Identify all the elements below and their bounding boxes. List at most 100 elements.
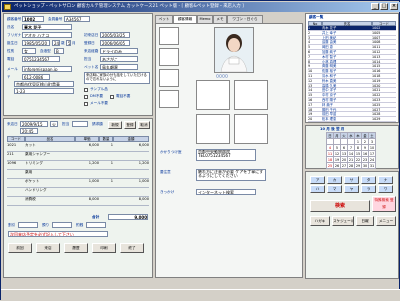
sample-checkbox[interactable] xyxy=(84,88,88,92)
calendar-day[interactable]: 28 xyxy=(347,162,355,169)
tab-customer-info[interactable]: 顧客情報 xyxy=(173,15,197,23)
month-unit: 月 xyxy=(72,41,76,45)
furigana-field[interactable]: アオキ ハナコ xyxy=(22,32,72,38)
item-amount: 1,000 xyxy=(138,179,149,183)
kana-button[interactable]: カ xyxy=(327,176,342,184)
kana-button[interactable]: マ xyxy=(327,185,342,193)
schedule-button[interactable]: スケジュール xyxy=(332,216,354,226)
visit-button[interactable]: 来店 xyxy=(36,243,60,253)
pet-photo[interactable] xyxy=(214,27,254,73)
furigana-label: フリガナ xyxy=(7,33,22,37)
kana-button[interactable]: サ xyxy=(344,176,359,184)
card-no-field[interactable]: A34567 xyxy=(64,16,90,22)
small-photo-1[interactable] xyxy=(159,27,179,45)
sex-select[interactable]: 女 xyxy=(22,48,36,54)
visit-staff-label: 担当 xyxy=(62,122,70,126)
history-button[interactable]: 履歴 xyxy=(64,243,88,253)
mail-field[interactable]: info@mispaan.jp xyxy=(22,66,72,72)
kana-button[interactable]: タ xyxy=(361,176,376,184)
kana-button[interactable]: ラ xyxy=(361,185,376,193)
caution-field[interactable]: 触れ方に注意が必要 ケアを丁寧にするようにしてください xyxy=(196,169,266,181)
discount-field[interactable] xyxy=(18,222,38,228)
prev-button[interactable]: 前回 xyxy=(8,243,32,253)
maximize-button[interactable]: □ xyxy=(380,3,388,10)
list-code: 1029 xyxy=(372,117,381,122)
tab-wagon[interactable]: ワゴン・日ぐら xyxy=(227,15,263,23)
kana-button[interactable]: ナ xyxy=(378,176,393,184)
trigger-label: きっかけ xyxy=(160,190,175,194)
small-photo-2[interactable] xyxy=(159,48,179,66)
vet-field[interactable]: 京都中央動物病院 TEL0751234567 xyxy=(196,149,256,161)
close-button[interactable]: × xyxy=(390,3,398,10)
calendar-panel: 10 月 後 翌 月 日月火水木金土 1 2 3 4 5 6 7 8 9 10 11 12 13 14 15… xyxy=(305,125,399,169)
small-photo-4[interactable] xyxy=(159,90,179,108)
customer-code-field[interactable]: 1002 xyxy=(22,16,44,22)
new-visit-button[interactable]: 新規 xyxy=(108,121,122,129)
trigger-field[interactable]: インターネット検索 xyxy=(196,189,256,195)
blood-select[interactable]: B xyxy=(54,48,64,54)
item-row[interactable]: ハンドリング xyxy=(7,188,149,197)
calendar-day[interactable]: 29 xyxy=(354,162,362,169)
calendar-day[interactable]: 26 xyxy=(333,162,341,169)
name-field[interactable]: 青木 花子 xyxy=(22,24,72,30)
minimize-button[interactable]: _ xyxy=(371,3,379,10)
cancel-button[interactable]: 取消 xyxy=(138,121,150,129)
paid-field[interactable] xyxy=(52,222,72,228)
change-label: 釣銭 xyxy=(76,223,84,227)
search-button[interactable]: 検索 xyxy=(310,200,370,212)
calendar-day[interactable]: 27 xyxy=(340,162,348,169)
staff-field[interactable]: あさがこ xyxy=(100,56,138,62)
exit-button[interactable]: 終了 xyxy=(120,243,144,253)
reg-date-field[interactable]: 2006/06/05 xyxy=(100,40,130,46)
photo-slot-c[interactable] xyxy=(196,114,230,144)
item-row[interactable]: 1021 カット 6,000 1 6,000 xyxy=(7,143,149,152)
kana-button[interactable]: ハ xyxy=(310,185,325,193)
kana-button[interactable]: ヤ xyxy=(344,185,359,193)
tel-ng-checkbox[interactable] xyxy=(110,95,114,99)
item-name: カット xyxy=(25,143,36,147)
pet-name-field[interactable]: 鳥丸顧客 xyxy=(100,64,138,70)
item-row[interactable]: 211 薬用シャンプー xyxy=(7,152,149,161)
tel-field[interactable]: 0751234567 xyxy=(22,56,60,62)
address-field[interactable]: 京都市伏見区桃山町貴青 xyxy=(14,81,74,87)
visit-time[interactable]: 20:45 xyxy=(20,128,38,134)
visit-date-field[interactable]: 2005/03/25 xyxy=(100,32,130,38)
photo-slot-b[interactable] xyxy=(234,80,268,110)
list-no: 20 xyxy=(308,117,313,122)
tab-pet[interactable]: ペット xyxy=(155,15,173,23)
register-button[interactable]: 登録 xyxy=(124,121,136,129)
item-row[interactable]: 消費税 8,000 8,000 xyxy=(7,197,149,206)
visit-date-input[interactable]: 2009/9/15 xyxy=(20,121,48,127)
calendar-day[interactable]: 25 xyxy=(326,162,334,169)
dm-checkbox[interactable] xyxy=(84,95,88,99)
mail-ng-checkbox[interactable] xyxy=(84,102,88,106)
discount-label: 割引 xyxy=(8,223,16,227)
postcard-button[interactable]: ハガキ xyxy=(310,216,330,226)
item-row[interactable]: ポケット 1,000 1 1,000 xyxy=(7,179,149,188)
calendar-day[interactable]: 30 xyxy=(361,162,369,169)
small-photo-3[interactable] xyxy=(159,69,179,87)
menu-button[interactable]: メニュー xyxy=(376,216,396,226)
item-name: トリミング xyxy=(25,161,43,165)
memo-field[interactable]: 来店時に家族の分も話をしていただけるので忘れないように xyxy=(84,72,150,84)
item-row[interactable]: 薬用 xyxy=(7,170,149,179)
route-field[interactable]: ドライのみ xyxy=(100,48,138,54)
photo-slot-a[interactable] xyxy=(196,80,230,110)
address2-field[interactable]: 1-23 xyxy=(14,88,74,94)
kana-button[interactable]: ワ xyxy=(378,185,393,193)
visit-panel: 来店日 2009/9/15 火 20:45 担当 請求額 新規 登録 取消 コー… xyxy=(3,118,153,278)
item-row[interactable]: 1096 トリミング 1,200 1 1,200 xyxy=(7,161,149,170)
special-search-button[interactable]: 特殊検索 登録 xyxy=(372,196,396,212)
print-button[interactable]: 印刷 xyxy=(92,243,116,253)
zip-field[interactable]: 612-0086 xyxy=(22,74,50,80)
daily-report-button[interactable]: 日報 xyxy=(356,216,374,226)
birth-field[interactable]: 1985/05/20 xyxy=(22,40,50,46)
visit-staff-field[interactable] xyxy=(72,121,88,127)
tab-memo-jp[interactable]: メモ xyxy=(213,15,227,23)
list-item[interactable]: 20 松本 理恵 1029 xyxy=(308,117,396,122)
sex-label: 性別 xyxy=(7,49,15,53)
tab-memo-en[interactable]: Memo xyxy=(197,15,213,23)
kana-button[interactable]: ア xyxy=(310,176,325,184)
photo-slot-d[interactable] xyxy=(234,114,268,144)
calendar-day[interactable]: 31 xyxy=(368,162,376,169)
